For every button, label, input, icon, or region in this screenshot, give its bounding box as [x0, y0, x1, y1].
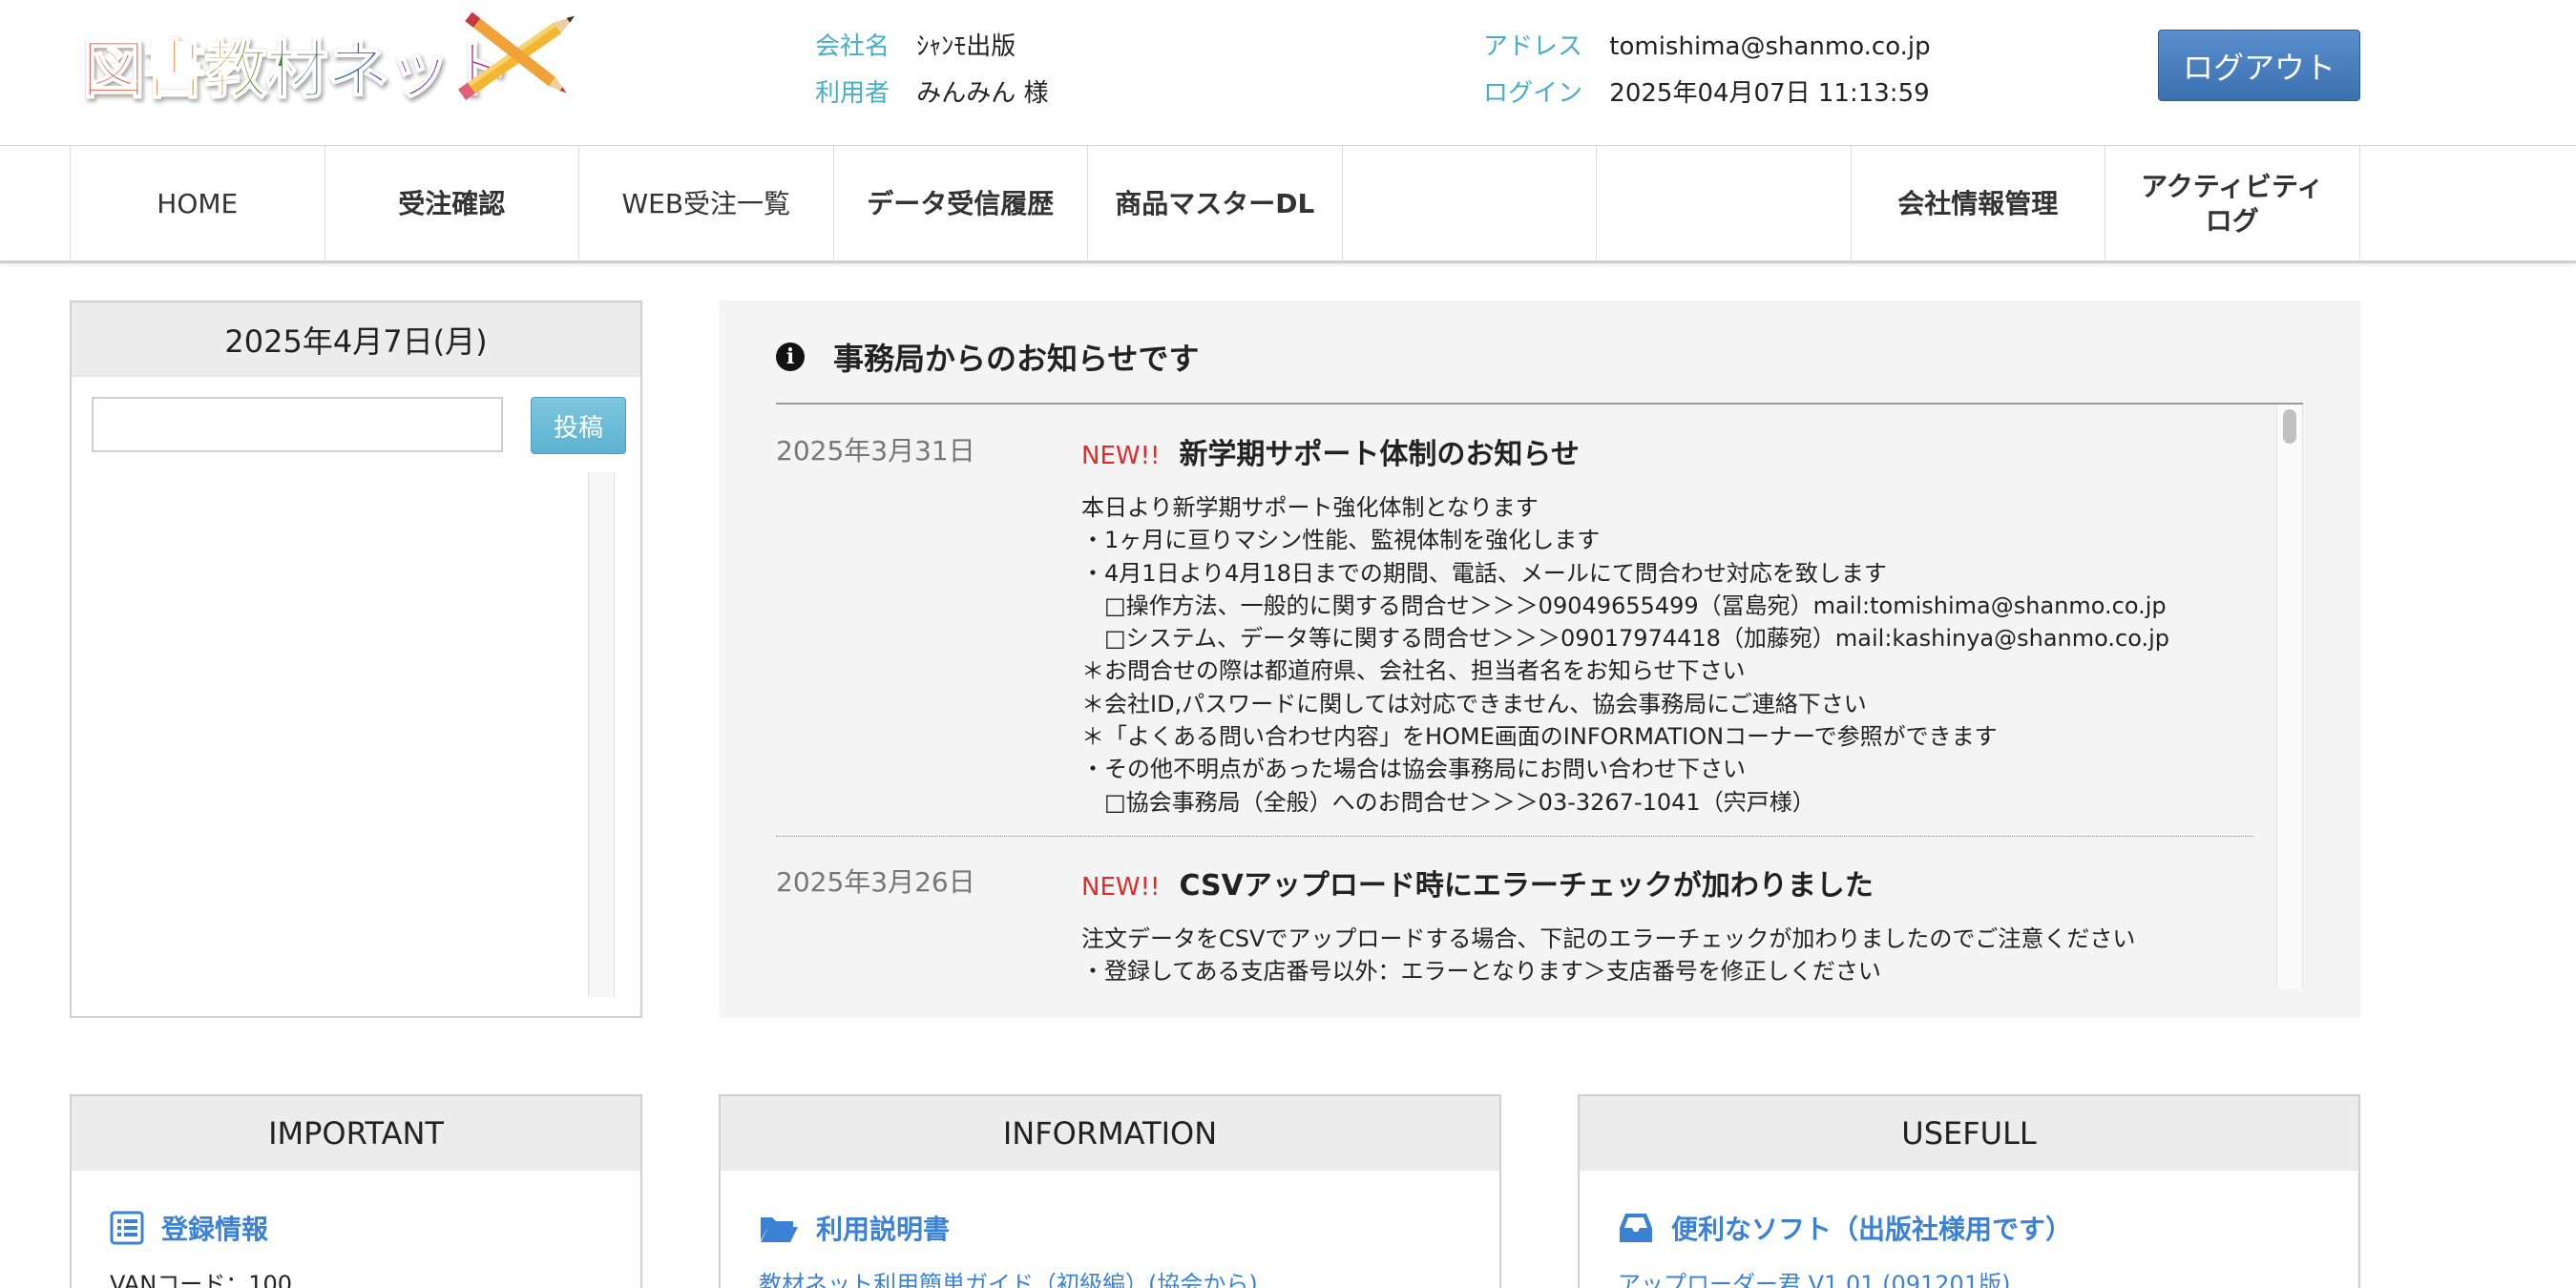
list-icon: [110, 1211, 144, 1245]
notice-item-title-text: CSVアップロード時にエラーチェックが加わりました: [1179, 869, 1874, 903]
address-info: アドレス tomishima@shanmo.co.jp: [1483, 27, 1931, 62]
login-value: 2025年04月07日 11:13:59: [1609, 79, 1930, 108]
notice-item-title[interactable]: NEW!! CSVアップロード時にエラーチェックが加わりました: [1081, 862, 1874, 904]
address-label: アドレス: [1483, 32, 1583, 61]
nav-item-order-confirm[interactable]: 受注確認: [325, 146, 579, 261]
information-heading: INFORMATION: [721, 1096, 1499, 1171]
usefull-panel: USEFULL 便利なソフト（出版社様用です） アップローダー君 V1.01 (…: [1578, 1094, 2360, 1288]
important-panel: IMPORTANT 登録情報 VANコード：100: [70, 1094, 642, 1288]
post-submit-button[interactable]: 投稿: [531, 397, 626, 454]
site-header: 図書教材ネット 会社名 ｼｬﾝﾓ出版 利用者 みんみん 様 アドレス tomis…: [0, 0, 2576, 145]
login-info: ログイン 2025年04月07日 11:13:59: [1483, 73, 1930, 109]
uploader-link[interactable]: アップローダー君 V1.01 (091201版): [1618, 1265, 2010, 1288]
nav-item-product-master-dl[interactable]: 商品マスターDL: [1088, 146, 1343, 261]
notice-panel: i 事務局からのお知らせです 2025年3月31日 NEW!! 新学期サポート体制…: [719, 301, 2360, 1018]
nav-item-activity-log[interactable]: アクティビティ ログ: [2105, 146, 2360, 261]
nav-item-home[interactable]: HOME: [71, 146, 325, 261]
nav-items: HOME 受注確認 WEB受注一覧 データ受信履歴 商品マスターDL 会社情報管…: [70, 146, 2360, 261]
van-code: VANコード：100: [110, 1271, 293, 1288]
nav-item-company-info[interactable]: 会社情報管理: [1852, 146, 2105, 261]
notice-item-body: 本日より新学期サポート強化体制となります ・1ヶ月に亘りマシン性能、監視体制を強…: [1081, 494, 2170, 816]
company-value: ｼｬﾝﾓ出版: [916, 32, 1016, 61]
notice-item-title-text: 新学期サポート体制のお知らせ: [1179, 438, 1580, 471]
notice-date: 2025年3月26日: [776, 866, 975, 898]
user-value: みんみん 様: [916, 79, 1049, 108]
user-label: 利用者: [815, 79, 890, 108]
notice-item-body: 注文データをCSVでアップロードする場合、下記のエラーチェックが加わりましたので…: [1081, 925, 2136, 986]
useful-software-label: 便利なソフト（出版社様用です）: [1671, 1214, 2073, 1245]
guide-link[interactable]: 教材ネット利用簡単ガイド（初級編）(協会から): [759, 1265, 1258, 1288]
post-input[interactable]: [92, 397, 503, 452]
logout-button[interactable]: ログアウト: [2158, 30, 2360, 101]
registration-info-label: 登録情報: [161, 1214, 269, 1245]
notice-scrollbar[interactable]: [2276, 405, 2303, 989]
registration-info-link[interactable]: 登録情報: [110, 1209, 268, 1247]
new-badge: NEW!!: [1081, 442, 1161, 470]
notice-separator: [776, 836, 2253, 837]
company-info: 会社名 ｼｬﾝﾓ出版: [815, 27, 1016, 62]
nav-item-empty-2: [1597, 146, 1852, 261]
new-badge: NEW!!: [1081, 873, 1161, 902]
user-info: 利用者 みんみん 様: [815, 73, 1049, 109]
folder-open-icon: [761, 1217, 798, 1242]
pencil-icon: [458, 11, 575, 101]
usefull-heading: USEFULL: [1580, 1096, 2358, 1171]
notice-title: i 事務局からのお知らせです: [776, 335, 1199, 379]
info-icon: i: [776, 343, 805, 371]
notice-item-title[interactable]: NEW!! 新学期サポート体制のお知らせ: [1081, 430, 1580, 472]
notice-scrollbar-thumb[interactable]: [2283, 409, 2296, 444]
nav-item-empty-1: [1343, 146, 1597, 261]
inbox-icon: [1620, 1214, 1652, 1242]
important-heading: IMPORTANT: [72, 1096, 640, 1171]
post-panel: 2025年4月7日(月) 投稿: [70, 301, 642, 1018]
useful-software-link[interactable]: 便利なソフト（出版社様用です）: [1618, 1209, 2072, 1247]
company-label: 会社名: [815, 32, 890, 61]
post-list-scrollbar[interactable]: [588, 472, 615, 997]
nav-item-data-history[interactable]: データ受信履歴: [834, 146, 1088, 261]
notice-date: 2025年3月31日: [776, 435, 975, 467]
notice-list: 2025年3月31日 NEW!! 新学期サポート体制のお知らせ 本日より新学期サポ…: [776, 405, 2253, 989]
nav-item-web-orders[interactable]: WEB受注一覧: [579, 146, 834, 261]
user-manual-link[interactable]: 利用説明書: [759, 1209, 950, 1247]
user-manual-label: 利用説明書: [816, 1214, 951, 1245]
notice-divider: [776, 403, 2303, 405]
main-nav: HOME 受注確認 WEB受注一覧 データ受信履歴 商品マスターDL 会社情報管…: [0, 145, 2576, 263]
post-date-heading: 2025年4月7日(月): [72, 302, 640, 377]
notice-title-text: 事務局からのお知らせです: [833, 341, 1200, 377]
address-value: tomishima@shanmo.co.jp: [1609, 32, 1931, 61]
information-panel: INFORMATION 利用説明書 教材ネット利用簡単ガイド（初級編）(協会から…: [719, 1094, 1501, 1288]
login-label: ログイン: [1483, 79, 1583, 108]
